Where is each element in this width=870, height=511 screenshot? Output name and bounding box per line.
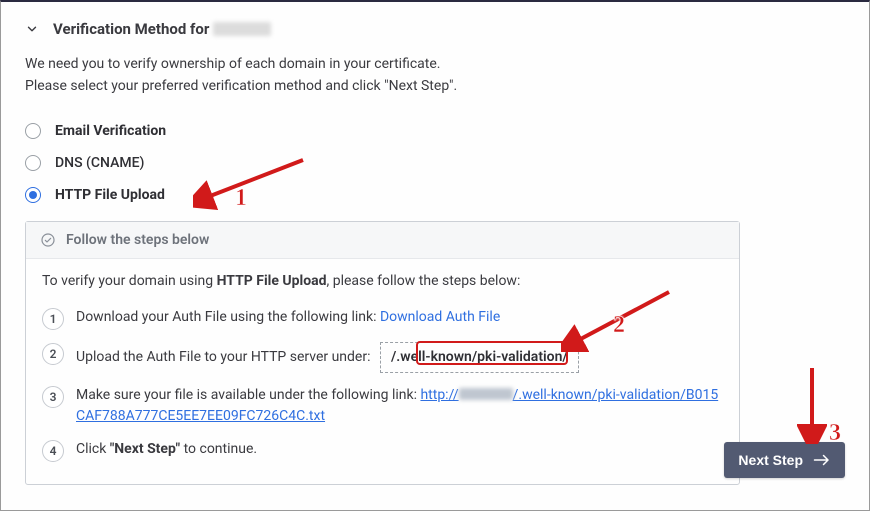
annotation-arrow-3 bbox=[797, 364, 827, 444]
method-email[interactable]: Email Verification bbox=[25, 115, 845, 147]
panel-body: To verify your domain using HTTP File Up… bbox=[26, 259, 739, 484]
lead-post: , please follow the steps below: bbox=[326, 273, 520, 289]
domain-redacted bbox=[213, 22, 271, 36]
domain-redacted bbox=[459, 388, 513, 400]
step-number: 2 bbox=[42, 343, 64, 365]
method-email-label: Email Verification bbox=[55, 123, 166, 139]
intro-line-2: Please select your preferred verificatio… bbox=[25, 76, 845, 98]
method-http[interactable]: HTTP File Upload bbox=[25, 179, 845, 211]
step-1-pre: Download your Auth File using the follow… bbox=[76, 309, 380, 325]
section-title: Verification Method for bbox=[53, 20, 271, 38]
next-step-button[interactable]: Next Step bbox=[724, 442, 845, 478]
step-1-text: Download your Auth File using the follow… bbox=[76, 307, 723, 328]
section-title-text: Verification Method for bbox=[53, 20, 213, 38]
step-3-text: Make sure your file is available under t… bbox=[76, 385, 723, 427]
radio-icon-selected bbox=[25, 187, 41, 203]
method-http-label: HTTP File Upload bbox=[55, 187, 165, 203]
intro-line-1: We need you to verify ownership of each … bbox=[25, 54, 845, 76]
step-number: 3 bbox=[42, 386, 64, 408]
step-4-pre: Click bbox=[76, 441, 110, 457]
section-header[interactable]: Verification Method for bbox=[25, 20, 845, 38]
step-2-pre: Upload the Auth File to your HTTP server… bbox=[76, 349, 371, 365]
instructions-panel: Follow the steps below To verify your do… bbox=[25, 221, 740, 485]
panel-header: Follow the steps below bbox=[26, 222, 739, 259]
url-scheme: http:// bbox=[420, 387, 458, 403]
page-root: Verification Method for We need you to v… bbox=[0, 0, 870, 511]
step-4-bold: "Next Step" bbox=[110, 441, 180, 457]
method-dns[interactable]: DNS (CNAME) bbox=[25, 147, 845, 179]
radio-icon bbox=[25, 123, 41, 139]
steps-list: 1 Download your Auth File using the foll… bbox=[42, 301, 723, 468]
step-2-text: Upload the Auth File to your HTTP server… bbox=[76, 342, 723, 373]
intro-text: We need you to verify ownership of each … bbox=[25, 54, 845, 97]
radio-icon bbox=[25, 155, 41, 171]
step-3-pre: Make sure your file is available under t… bbox=[76, 387, 420, 403]
panel-lead: To verify your domain using HTTP File Up… bbox=[42, 273, 723, 289]
lead-pre: To verify your domain using bbox=[42, 273, 217, 289]
step-4-post: to continue. bbox=[180, 441, 257, 457]
upload-path: /.well-known/pki-validation/ bbox=[380, 342, 579, 373]
next-step-label: Next Step bbox=[738, 452, 803, 468]
step-number: 4 bbox=[42, 440, 64, 462]
panel-heading-text: Follow the steps below bbox=[66, 232, 209, 248]
lead-bold: HTTP File Upload bbox=[217, 273, 327, 289]
verification-methods: Email Verification DNS (CNAME) HTTP File… bbox=[25, 115, 845, 211]
arrow-right-icon bbox=[813, 453, 831, 467]
step-number: 1 bbox=[42, 308, 64, 330]
step-4: 4 Click "Next Step" to continue. bbox=[42, 433, 723, 468]
step-4-text: Click "Next Step" to continue. bbox=[76, 439, 723, 460]
step-3: 3 Make sure your file is available under… bbox=[42, 379, 723, 433]
chevron-down-icon bbox=[25, 22, 39, 36]
method-dns-label: DNS (CNAME) bbox=[55, 155, 144, 171]
download-auth-file-link[interactable]: Download Auth File bbox=[380, 309, 500, 325]
check-circle-icon bbox=[40, 232, 56, 248]
step-2: 2 Upload the Auth File to your HTTP serv… bbox=[42, 336, 723, 379]
step-1: 1 Download your Auth File using the foll… bbox=[42, 301, 723, 336]
